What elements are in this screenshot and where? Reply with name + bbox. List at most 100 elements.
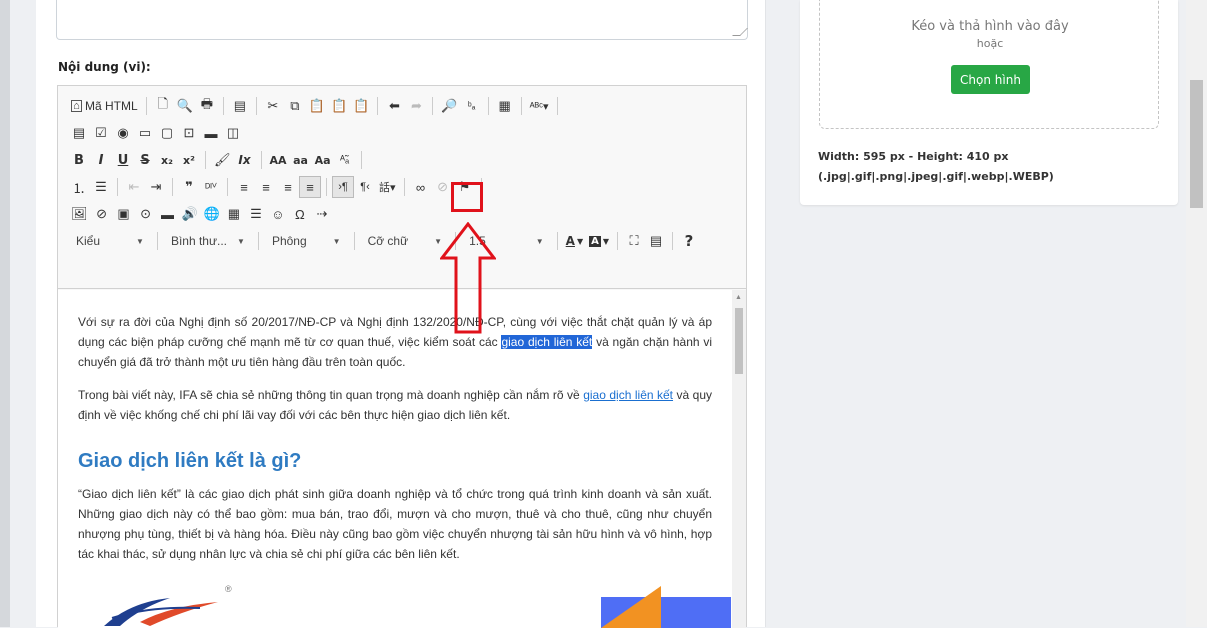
numbered-list-icon[interactable]: ⒈ <box>68 176 90 198</box>
templates-icon[interactable]: ▤ <box>229 95 251 117</box>
toolbar-separator <box>205 151 206 169</box>
align-left-icon[interactable]: ≡ <box>233 176 255 198</box>
description-textarea[interactable] <box>56 0 748 40</box>
image-requirements: Width: 595 px - Height: 410 px (.jpg|.gi… <box>818 147 1054 187</box>
textfield-icon[interactable]: ▭ <box>134 122 156 144</box>
scroll-up-icon[interactable]: ▲ <box>735 294 742 301</box>
select-all-icon[interactable]: ▦ <box>494 95 516 117</box>
paste-icon[interactable]: 📋 <box>306 95 328 117</box>
align-center-icon[interactable]: ≡ <box>255 176 277 198</box>
chevron-down-icon: ▼ <box>136 236 144 246</box>
format-select-label: Kiểu <box>76 234 101 248</box>
uppercase-button[interactable]: AA <box>267 149 290 171</box>
ifa-logo-icon <box>104 598 218 626</box>
bg-color-button[interactable]: A ▼ <box>586 230 612 252</box>
lowercase-button[interactable]: aa <box>290 149 312 171</box>
select-field-icon[interactable]: ⊡ <box>178 122 200 144</box>
format-select[interactable]: Kiểu ▼ <box>68 230 152 252</box>
strike-button[interactable]: S <box>134 149 156 171</box>
image-dropzone[interactable]: Kéo và thả hình vào đây hoặc Chọn hình <box>819 0 1159 129</box>
div-container-icon[interactable]: ᴰᴵⱽ <box>200 176 222 198</box>
source-html-button[interactable]: ⌂ Mã HTML <box>68 95 141 117</box>
underline-button[interactable]: U <box>112 149 134 171</box>
iframe-icon[interactable]: 🌐 <box>201 203 223 225</box>
subscript-button[interactable]: x₂ <box>156 149 178 171</box>
hidden-field-icon[interactable]: ◫ <box>222 122 244 144</box>
help-button[interactable]: ? <box>678 230 700 252</box>
chevron-down-icon: ▼ <box>332 236 341 246</box>
annotation-highlight-box <box>451 182 483 212</box>
toolbar-row-2: ▤ ☑ ◉ ▭ ▢ ⊡ ▬ ◫ <box>68 121 244 145</box>
checkbox-icon[interactable]: ☑ <box>90 122 112 144</box>
horizontal-rule-icon[interactable]: ☰ <box>245 203 267 225</box>
ltr-icon[interactable]: ›¶ <box>332 176 354 198</box>
paste-word-icon[interactable]: 📋 <box>350 95 372 117</box>
superscript-button[interactable]: x² <box>178 149 200 171</box>
content-image[interactable]: ® <box>78 582 731 628</box>
copy-icon[interactable]: ⧉ <box>284 95 306 117</box>
print-icon[interactable]: 🖶 <box>196 95 218 117</box>
button-field-icon[interactable]: ▬ <box>200 122 222 144</box>
remove-format-button[interactable]: Ix <box>234 149 256 171</box>
indent-icon[interactable]: ⇥ <box>145 176 167 198</box>
editor-toolbar: ⌂ Mã HTML 🗋 🔍 🖶 ▤ ✂ ⧉ 📋 📋 📋 ⬅ ➦ 🔎 ᵇₐ ▦ ᴬ… <box>58 86 746 289</box>
new-page-icon[interactable]: 🗋 <box>152 95 174 117</box>
left-rail <box>0 0 10 627</box>
spellcheck-icon[interactable]: ᴬᴮᶜ▾ <box>527 95 552 117</box>
editor-scroll-thumb[interactable] <box>735 308 743 374</box>
transform-icon[interactable]: ᴬ̃ₐ <box>334 149 356 171</box>
bold-button[interactable]: B <box>68 149 90 171</box>
align-right-icon[interactable]: ≡ <box>277 176 299 198</box>
special-char-icon[interactable]: Ω <box>289 203 311 225</box>
copy-format-icon[interactable]: 🖌 <box>211 149 234 171</box>
flash-icon[interactable]: ⊘ <box>91 203 113 225</box>
link-icon[interactable]: ∞ <box>410 176 432 198</box>
capitalize-button[interactable]: Aa <box>312 149 334 171</box>
show-blocks-icon[interactable]: ▤ <box>645 230 667 252</box>
find-icon[interactable]: 🔎 <box>438 95 460 117</box>
toolbar-separator <box>353 232 355 250</box>
textarea-icon[interactable]: ▢ <box>156 122 178 144</box>
page-scroll-thumb[interactable] <box>1190 80 1203 208</box>
editor-scrollbar[interactable]: ▲ <box>732 290 746 628</box>
resize-grip-icon[interactable] <box>732 28 748 36</box>
page-break-icon[interactable]: ⇢ <box>311 203 333 225</box>
paragraph-2-text-a: Trong bài viết này, IFA sẽ chia sẻ những… <box>78 388 584 402</box>
youtube-icon[interactable]: ▣ <box>113 203 135 225</box>
content-link[interactable]: giao dịch liên kết <box>583 388 673 402</box>
rtl-icon[interactable]: ¶‹ <box>354 176 376 198</box>
paste-text-icon[interactable]: 📋 <box>328 95 350 117</box>
blockquote-icon[interactable]: ❞ <box>178 176 200 198</box>
language-icon[interactable]: 話▾ <box>376 176 399 198</box>
editor-content[interactable]: Với sự ra đời của Nghị định số 20/2017/N… <box>58 290 732 628</box>
replace-icon[interactable]: ᵇₐ <box>461 95 483 117</box>
table-icon[interactable]: ▦ <box>223 203 245 225</box>
media-icon[interactable]: ▬ <box>157 203 179 225</box>
maximize-icon[interactable]: ⛶ <box>623 230 645 252</box>
italic-button[interactable]: I <box>90 149 112 171</box>
audio-icon[interactable]: 🔊 <box>179 203 201 225</box>
size-select[interactable]: Cỡ chữ ▼ <box>360 230 451 252</box>
form-icon[interactable]: ▤ <box>68 122 90 144</box>
chevron-down-icon: ▼ <box>535 236 544 246</box>
smiley-icon[interactable]: ☺ <box>267 203 289 225</box>
image-icon[interactable]: 🖼 <box>68 203 91 225</box>
redo-icon[interactable]: ➦ <box>405 95 427 117</box>
video-icon[interactable]: ⊙ <box>135 203 157 225</box>
radio-icon[interactable]: ◉ <box>112 122 134 144</box>
paragraph-select-label: Bình thư... <box>170 234 228 248</box>
outdent-icon[interactable]: ⇤ <box>123 176 145 198</box>
undo-icon[interactable]: ⬅ <box>383 95 405 117</box>
page-scrollbar[interactable] <box>1186 0 1207 627</box>
paragraph-select[interactable]: Bình thư... ▼ <box>163 230 253 252</box>
selected-text: giao dịch liên kết <box>501 335 593 349</box>
align-justify-icon[interactable]: ≡ <box>299 176 321 198</box>
toolbar-separator <box>227 178 228 196</box>
preview-icon[interactable]: 🔍 <box>174 95 196 117</box>
cut-icon[interactable]: ✂ <box>262 95 284 117</box>
font-select[interactable]: Phông ▼ <box>264 230 349 252</box>
text-color-button[interactable]: A ▼ <box>563 230 586 252</box>
bulleted-list-icon[interactable]: ☰ <box>90 176 112 198</box>
toolbar-row-1: ⌂ Mã HTML 🗋 🔍 🖶 ▤ ✂ ⧉ 📋 📋 📋 ⬅ ➦ 🔎 ᵇₐ ▦ ᴬ… <box>68 94 563 118</box>
choose-image-button[interactable]: Chọn hình <box>951 65 1030 94</box>
